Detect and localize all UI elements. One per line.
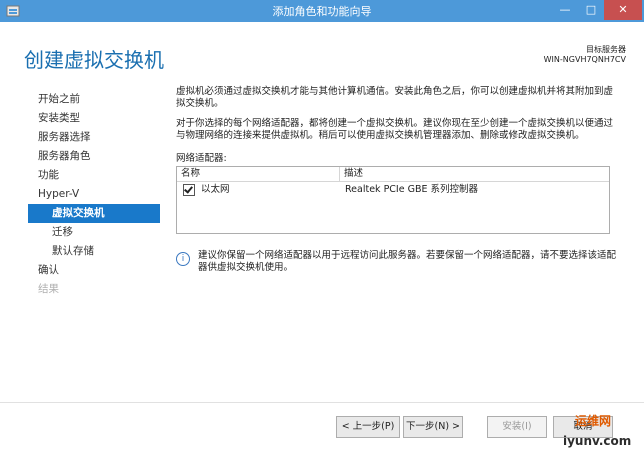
adapter-description: Realtek PCIe GBE 系列控制器 [345, 184, 479, 195]
info-text: 建议你保留一个网络适配器以用于远程访问此服务器。若要保留一个网络适配器，请不要选… [198, 250, 617, 273]
nav-confirmation[interactable]: 确认 [28, 261, 160, 280]
install-button: 安装(I) [487, 416, 547, 438]
column-header-description[interactable]: 描述 [340, 167, 609, 181]
nav-default-stores[interactable]: 默认存储 [28, 242, 160, 261]
minimize-button[interactable]: — [552, 0, 578, 20]
wizard-window: 添加角色和功能向导 — □ ✕ 创建虚拟交换机 目标服务器 WIN-NGVH7Q… [0, 0, 644, 456]
close-button[interactable]: ✕ [604, 0, 642, 20]
nav-server-roles[interactable]: 服务器角色 [28, 147, 160, 166]
watermark-brand: 运维网 [575, 414, 612, 428]
nav-migration[interactable]: 迁移 [28, 223, 160, 242]
nav-hyper-v[interactable]: Hyper-V [28, 185, 160, 204]
network-adapters-label: 网络适配器: [176, 153, 227, 164]
title-bar: 添加角色和功能向导 — □ ✕ [0, 0, 644, 22]
wizard-nav: 开始之前 安装类型 服务器选择 服务器角色 功能 Hyper-V 虚拟交换机 迁… [28, 90, 160, 299]
destination-server-label: 目标服务器 [586, 45, 626, 54]
table-row[interactable]: 以太网 Realtek PCIe GBE 系列控制器 [177, 182, 609, 198]
adapter-name-cell: 以太网 [177, 182, 341, 198]
page-title: 创建虚拟交换机 [24, 48, 164, 72]
nav-virtual-switches[interactable]: 虚拟交换机 [28, 204, 160, 223]
footer-divider [0, 402, 644, 403]
network-adapters-table: 名称 描述 以太网 Realtek PCIe GBE 系列控制器 [176, 166, 610, 234]
adapter-name: 以太网 [201, 184, 230, 195]
intro-paragraph: 虚拟机必须通过虚拟交换机才能与其他计算机通信。安装此角色之后，你可以创建虚拟机并… [176, 86, 614, 109]
info-icon: i [176, 252, 190, 266]
window-title: 添加角色和功能向导 [272, 5, 372, 18]
next-button[interactable]: 下一步(N) > [403, 416, 463, 438]
destination-server-name: WIN-NGVH7QNH7CV [543, 55, 626, 64]
previous-button[interactable]: < 上一步(P) [336, 416, 400, 438]
info-note: i 建议你保留一个网络适配器以用于远程访问此服务器。若要保留一个网络适配器，请不… [176, 250, 616, 274]
maximize-button[interactable]: □ [578, 0, 604, 20]
content-pane: 虚拟机必须通过虚拟交换机才能与其他计算机通信。安装此角色之后，你可以创建虚拟机并… [176, 86, 616, 234]
watermark-site: iyunv.com [563, 434, 632, 448]
adapter-checkbox[interactable] [183, 184, 195, 196]
column-header-name[interactable]: 名称 [177, 167, 340, 181]
nav-features[interactable]: 功能 [28, 166, 160, 185]
nav-results: 结果 [38, 283, 59, 295]
nav-installation-type[interactable]: 安装类型 [28, 109, 160, 128]
nav-server-selection[interactable]: 服务器选择 [28, 128, 160, 147]
nav-before-you-begin[interactable]: 开始之前 [28, 90, 160, 109]
adapter-paragraph: 对于你选择的每个网络适配器，都将创建一个虚拟交换机。建议你现在至少创建一个虚拟交… [176, 118, 614, 141]
table-header: 名称 描述 [177, 167, 609, 182]
